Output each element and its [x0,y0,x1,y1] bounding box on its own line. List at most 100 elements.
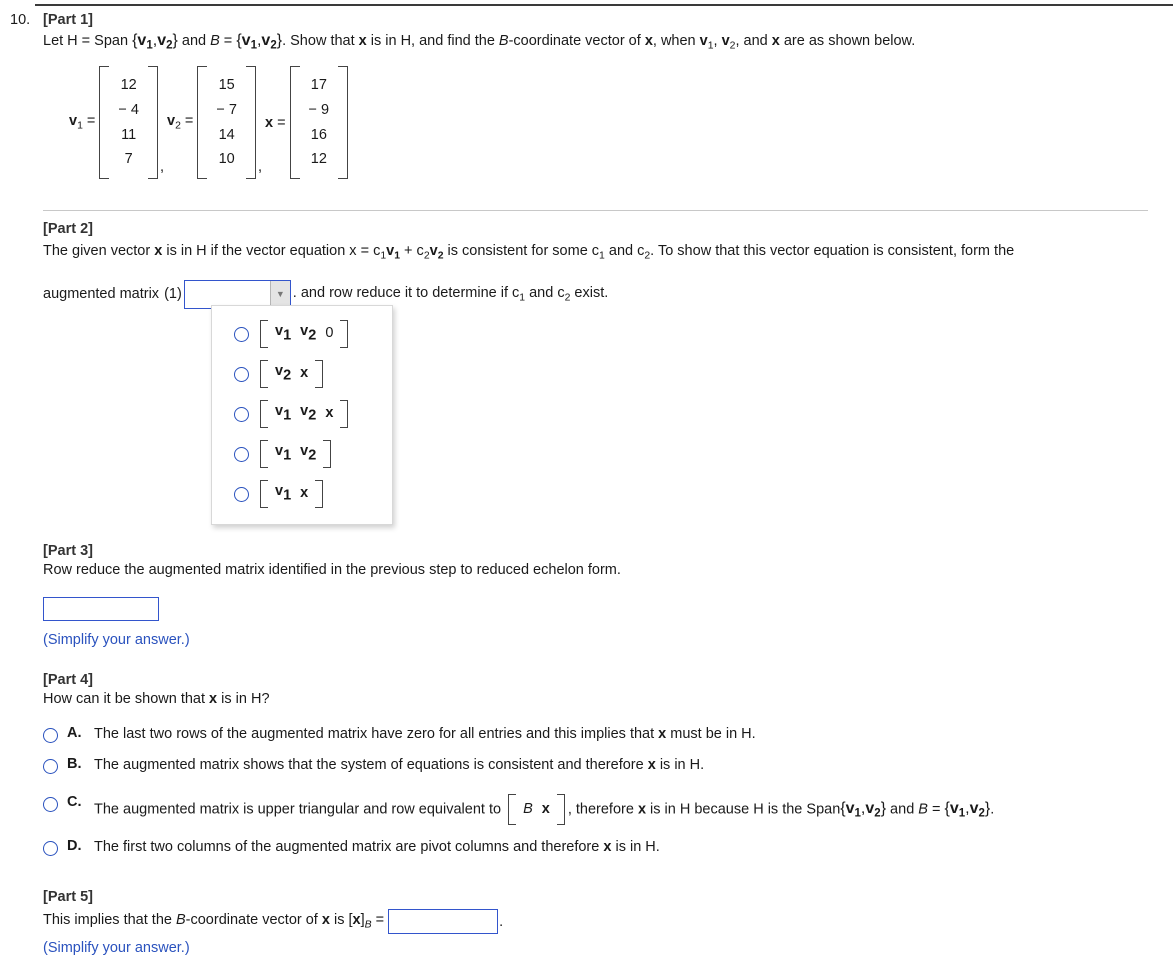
dropdown-option-1[interactable]: v1 v2 0 [212,314,392,354]
radio-icon[interactable] [43,841,58,857]
bracket-left [260,359,268,388]
part-5-row: This implies that the B-coordinate vecto… [43,909,1143,934]
choice-d-text: The first two columns of the augmented m… [94,839,660,856]
x-matrix: 17 − 9 16 12 [289,65,349,180]
part-5: [Part 5] This implies that the B-coordin… [43,889,1143,956]
dropdown-value[interactable] [185,281,270,308]
option-matrix: v1 v2 x [260,399,349,428]
v1-label: v1 = [69,113,96,132]
choice-c-text: The augmented matrix is upper triangular… [94,794,994,826]
v2-matrix: 15 − 7 14 10 [197,65,256,180]
choice-d-label: D. [67,838,82,855]
radio-icon[interactable] [234,366,249,382]
radio-icon[interactable] [234,486,249,502]
v2-entry-2: 14 [218,126,235,143]
bracket-right [338,65,349,180]
option-matrix: v1 v2 0 [260,319,349,348]
opt3-cell-1: v2 [300,402,317,424]
choice-b-label: B. [67,755,82,772]
bracket-right [245,65,256,180]
part-5-answer-input[interactable] [388,909,499,934]
part-2-tail: . and row reduce it to determine if c1 a… [292,284,609,304]
dropdown-option-3[interactable]: v1 v2 x [212,394,392,434]
opt2-cell-1: x [300,365,309,382]
part-1-heading: [Part 1] [43,12,93,28]
radio-icon[interactable] [43,758,58,774]
opt5-cell-1: x [300,485,309,502]
choice-c[interactable]: C. The augmented matrix is upper triangu… [43,788,1153,826]
v2-entry-0: 15 [218,76,235,93]
part-3-heading: [Part 3] [43,543,93,559]
dropdown-option-5[interactable]: v1 x [212,474,392,514]
part-2-dropdown-row: augmented matrix (1) ▼ . and row reduce … [43,279,1153,309]
choice-c-cell-1: x [541,801,550,818]
radio-icon[interactable] [234,406,249,422]
part-5-heading: [Part 5] [43,889,93,905]
opt1-cell-1: v2 [300,322,317,344]
radio-icon[interactable] [234,326,249,342]
part-4-heading: [Part 4] [43,672,93,688]
part-2-heading: [Part 2] [43,221,93,237]
part-3-text: Row reduce the augmented matrix identifi… [43,562,621,578]
exercise-body: [Part 1] Let H = Span {v1,v2} and B = {v… [43,12,1163,180]
top-rule [35,4,1173,6]
radio-icon[interactable] [43,797,58,813]
choice-d[interactable]: D. The first two columns of the augmente… [43,838,1153,858]
choice-c-label: C. [67,794,82,811]
bracket-left [289,65,300,180]
opt1-cell-0: v1 [275,322,292,344]
v1-entry-2: 11 [121,126,137,143]
part-4: [Part 4] How can it be shown that x is i… [43,672,1153,858]
radio-icon[interactable] [234,446,249,462]
chevron-down-icon[interactable]: ▼ [269,280,290,308]
part-1-text-1: Let H = Span [43,33,129,49]
choice-b-text: The augmented matrix shows that the syst… [94,756,705,773]
choice-c-cell-0: B [523,801,533,818]
part-5-text: This implies that the B-coordinate vecto… [43,912,385,931]
bracket-left [260,439,268,468]
radio-icon[interactable] [43,728,58,743]
opt4-cell-0: v1 [275,442,292,464]
x-entry-3: 12 [310,151,327,168]
question-number: 10. [10,12,31,28]
opt5-cell-0: v1 [275,482,292,504]
part-5-note: (Simplify your answer.) [43,940,190,956]
bracket-right [315,479,324,508]
dropdown-option-2[interactable]: v2 x [212,354,392,394]
part-2-text: The given vector x is in H if the vector… [43,243,1015,262]
part-2-blank-number: (1) [164,286,182,302]
x-label: x = [264,114,286,131]
opt1-cell-2: 0 [325,325,334,342]
v1-entry-1: − 4 [118,101,139,118]
v2-entry-3: 10 [218,151,235,168]
bracket-right [323,439,332,468]
choice-a[interactable]: A. The last two rows of the augmented ma… [43,725,1153,745]
part-2-label: augmented matrix [43,286,160,302]
part-3: [Part 3] Row reduce the augmented matrix… [43,543,1143,648]
x-entry-1: − 9 [308,101,330,118]
choice-b[interactable]: B. The augmented matrix shows that the s… [43,756,1153,776]
x-entry-0: 17 [310,76,327,93]
v2-label: v2 = [166,113,194,132]
part-4-question: How can it be shown that x is in H? [43,691,270,707]
opt4-cell-1: v2 [300,442,317,464]
dropdown-option-4[interactable]: v1 v2 [212,434,392,474]
bracket-left [260,479,268,508]
bracket-left [197,65,208,180]
part-2: [Part 2] The given vector x is in H if t… [43,221,1153,309]
opt3-cell-2: x [325,405,334,422]
bracket-left [99,65,110,180]
bracket-right [315,359,324,388]
v1-entry-3: 7 [124,151,133,168]
vector-definitions: v1 = 12 − 4 11 7 , v2 = 15 − 7 14 10 , x… [69,65,1163,180]
part-3-answer-input[interactable] [43,597,159,621]
dropdown-option-list[interactable]: v1 v2 0 v2 x v1 v2 x v1 v2 v1 x [211,305,393,525]
vector-separator-1: , [159,159,164,176]
part-1-text-3: Show that x is in H, and find the B-coor… [290,33,916,52]
option-matrix: v1 x [260,479,324,508]
part-1-text-2: and B = [181,33,233,49]
bracket-right [340,399,349,428]
opt2-cell-0: v2 [275,362,292,384]
option-matrix: v1 v2 [260,439,332,468]
bracket-right [556,794,565,826]
